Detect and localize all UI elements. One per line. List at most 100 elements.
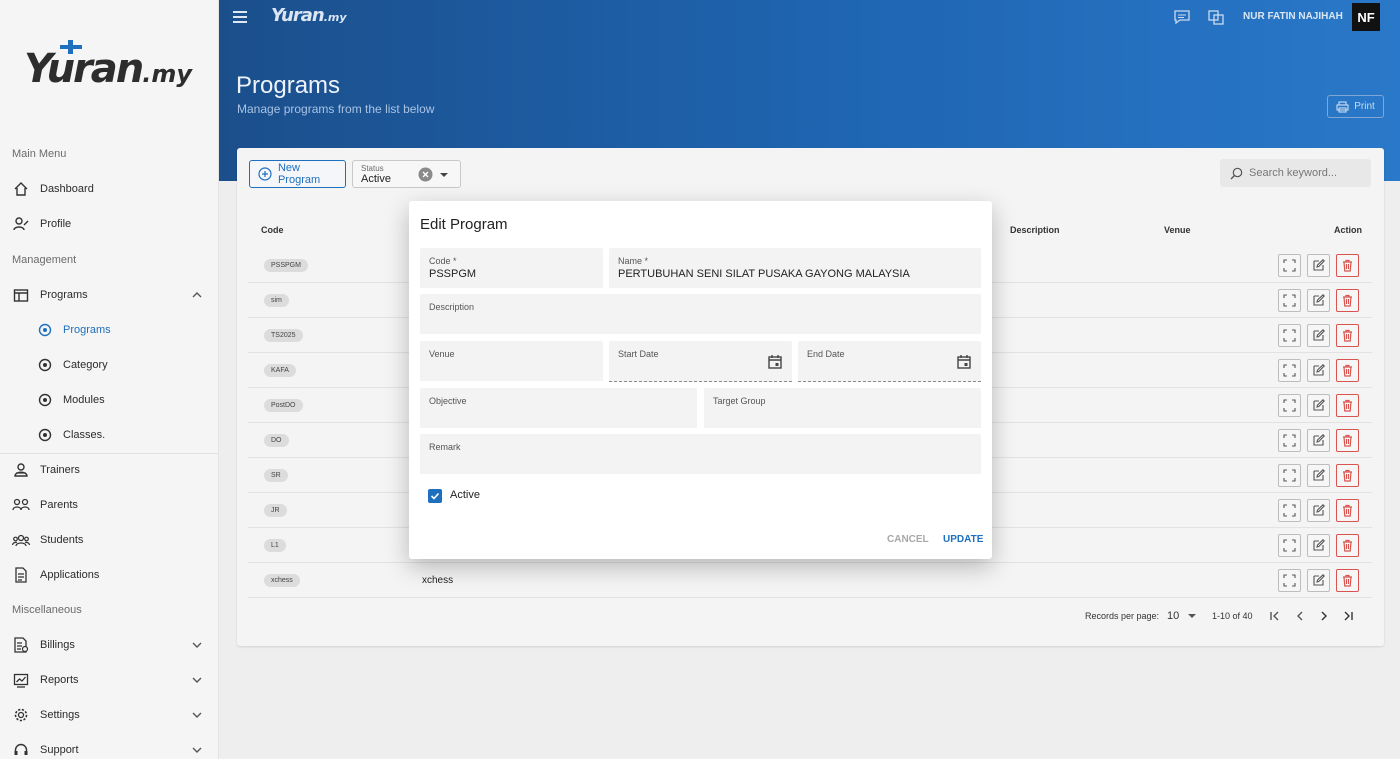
start-date-field[interactable]: Start Date — [609, 341, 792, 382]
remark-field[interactable]: Remark — [420, 434, 981, 474]
first-page-icon[interactable] — [1269, 610, 1281, 622]
translate-icon[interactable] — [1207, 9, 1225, 25]
chevron-up-icon — [192, 292, 202, 298]
home-icon — [12, 180, 30, 198]
edit-button[interactable] — [1307, 359, 1330, 382]
column-header-venue[interactable]: Venue — [1164, 225, 1191, 235]
calendar-icon[interactable] — [957, 354, 971, 369]
delete-icon — [1343, 294, 1352, 307]
active-checkbox[interactable] — [428, 489, 442, 503]
delete-button[interactable] — [1336, 394, 1359, 417]
view-button[interactable] — [1278, 254, 1301, 277]
delete-button[interactable] — [1336, 464, 1359, 487]
next-page-icon[interactable] — [1318, 610, 1330, 622]
last-page-icon[interactable] — [1342, 610, 1354, 622]
previous-page-icon[interactable] — [1294, 610, 1306, 622]
menu-icon[interactable] — [233, 11, 247, 23]
view-button[interactable] — [1278, 429, 1301, 452]
view-button[interactable] — [1278, 359, 1301, 382]
edit-button[interactable] — [1307, 289, 1330, 312]
status-select[interactable]: Status Active — [352, 160, 461, 188]
column-header-code[interactable]: Code — [261, 225, 284, 235]
target-group-field[interactable]: Target Group — [704, 388, 981, 428]
edit-icon — [1313, 399, 1325, 411]
sidebar-item-reports[interactable]: Reports — [0, 665, 218, 695]
edit-button[interactable] — [1307, 394, 1330, 417]
sidebar-item-settings[interactable]: Settings — [0, 700, 218, 730]
edit-button[interactable] — [1307, 464, 1330, 487]
venue-field[interactable]: Venue — [420, 341, 603, 381]
edit-button[interactable] — [1307, 499, 1330, 522]
delete-button[interactable] — [1336, 569, 1359, 592]
print-button[interactable]: Print — [1327, 95, 1384, 118]
edit-button[interactable] — [1307, 569, 1330, 592]
view-button[interactable] — [1278, 394, 1301, 417]
sidebar-item-support[interactable]: Support — [0, 735, 218, 759]
delete-button[interactable] — [1336, 324, 1359, 347]
cancel-button[interactable]: CANCEL — [887, 534, 929, 545]
view-button[interactable] — [1278, 534, 1301, 557]
description-field[interactable]: Description — [420, 294, 981, 334]
edit-button[interactable] — [1307, 254, 1330, 277]
end-date-field[interactable]: End Date — [798, 341, 981, 382]
sidebar-subitem-classes[interactable]: Classes. — [0, 420, 218, 450]
edit-button[interactable] — [1307, 429, 1330, 452]
section-management: Management — [12, 254, 77, 266]
user-name[interactable]: NUR FATIN NAJIHAH — [1243, 11, 1343, 22]
header-logo[interactable]: Yuran.my — [271, 5, 347, 26]
sidebar-item-programs[interactable]: Programs — [0, 280, 218, 310]
update-button[interactable]: UPDATE — [943, 534, 983, 545]
sidebar-item-billings[interactable]: Billings — [0, 630, 218, 660]
sidebar-subitem-programs[interactable]: Programs — [0, 315, 218, 345]
code-field[interactable]: Code * PSSPGM — [420, 248, 603, 288]
code-chip: JR — [264, 504, 287, 517]
delete-button[interactable] — [1336, 534, 1359, 557]
delete-button[interactable] — [1336, 254, 1359, 277]
add-circle-icon — [258, 167, 272, 181]
avatar[interactable]: NF — [1352, 3, 1380, 31]
sidebar-item-trainers[interactable]: Trainers — [0, 455, 218, 485]
sidebar-subitem-modules[interactable]: Modules — [0, 385, 218, 415]
name-field[interactable]: Name * PERTUBUHAN SENI SILAT PUSAKA GAYO… — [609, 248, 981, 288]
sidebar-item-dashboard[interactable]: Dashboard — [0, 174, 218, 204]
sidebar-item-students[interactable]: Students — [0, 525, 218, 555]
delete-button[interactable] — [1336, 289, 1359, 312]
view-button[interactable] — [1278, 289, 1301, 312]
table-row[interactable]: xchess xchess — [248, 563, 1372, 598]
delete-button[interactable] — [1336, 499, 1359, 522]
clear-icon[interactable] — [418, 167, 433, 182]
dropdown-arrow-icon[interactable] — [1186, 610, 1198, 622]
sidebar-item-applications[interactable]: Applications — [0, 560, 218, 590]
per-page-select[interactable]: 10 — [1167, 610, 1179, 622]
printer-icon — [1336, 100, 1349, 113]
search-input[interactable]: Search keyword... — [1220, 159, 1371, 187]
sidebar-subitem-category[interactable]: Category — [0, 350, 218, 380]
sidebar-item-profile[interactable]: Profile — [0, 209, 218, 239]
delete-button[interactable] — [1336, 429, 1359, 452]
profile-icon — [12, 215, 30, 233]
new-program-button[interactable]: New Program — [249, 160, 346, 188]
edit-icon — [1313, 294, 1325, 306]
view-button[interactable] — [1278, 569, 1301, 592]
delete-button[interactable] — [1336, 359, 1359, 382]
brand-wordmark: Yuran.my — [24, 46, 193, 92]
chat-icon[interactable] — [1173, 9, 1191, 25]
active-label[interactable]: Active — [450, 489, 480, 501]
calendar-icon[interactable] — [768, 354, 782, 369]
edit-button[interactable] — [1307, 324, 1330, 347]
sidebar-item-parents[interactable]: Parents — [0, 490, 218, 520]
brand-logo[interactable]: Yuran.my — [22, 38, 202, 102]
sidebar-item-label: Programs — [40, 289, 88, 301]
sidebar-divider — [0, 453, 218, 454]
code-chip: TS2025 — [264, 329, 303, 342]
dropdown-arrow-icon[interactable] — [440, 171, 448, 179]
view-button[interactable] — [1278, 499, 1301, 522]
view-button[interactable] — [1278, 324, 1301, 347]
objective-field[interactable]: Objective — [420, 388, 697, 428]
edit-icon — [1313, 259, 1325, 271]
code-chip: L1 — [264, 539, 286, 552]
column-header-description[interactable]: Description — [1010, 225, 1060, 235]
view-button[interactable] — [1278, 464, 1301, 487]
edit-button[interactable] — [1307, 534, 1330, 557]
parents-icon — [12, 496, 30, 514]
